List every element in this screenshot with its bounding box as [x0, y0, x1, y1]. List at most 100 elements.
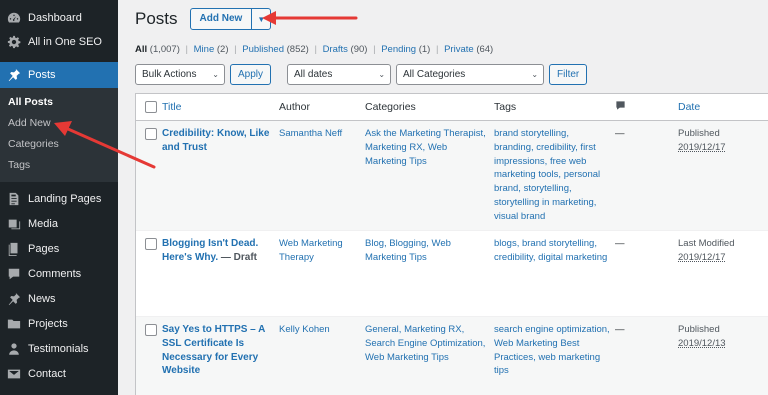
column-title[interactable]: Title: [162, 101, 279, 113]
view-drafts-count: (90): [350, 44, 368, 55]
view-published[interactable]: Published: [242, 44, 284, 55]
bulk-actions-value: Bulk Actions: [142, 69, 197, 80]
sidebar-item-pages[interactable]: Pages: [0, 236, 118, 261]
sidebar-item-label: Pages: [28, 242, 60, 255]
view-published-count: (852): [286, 44, 309, 55]
view-separator: |: [185, 44, 188, 55]
view-pending[interactable]: Pending: [381, 44, 416, 55]
post-tags[interactable]: brand storytelling, branding, credibilit…: [494, 121, 615, 230]
sidebar-item-dashboard[interactable]: Dashboard: [0, 6, 118, 30]
view-separator: |: [435, 44, 439, 55]
column-categories: Categories: [365, 101, 416, 113]
post-author-link[interactable]: Kelly Kohen: [279, 317, 365, 395]
filter-button[interactable]: Filter: [549, 64, 588, 85]
view-drafts[interactable]: Drafts: [323, 44, 348, 55]
chevron-down-icon: ⌄: [378, 70, 386, 79]
sidebar-item-comments[interactable]: Comments: [0, 261, 118, 286]
submenu-add-new[interactable]: Add New: [0, 113, 118, 134]
caret-down-icon: ▼: [257, 14, 266, 24]
post-tags[interactable]: blogs, brand storytelling, credibility, …: [494, 231, 615, 316]
sidebar-item-landing-pages[interactable]: Landing Pages: [0, 186, 118, 211]
post-comment-count: —: [615, 128, 625, 139]
post-draft-state: — Draft: [218, 251, 258, 263]
sidebar-item-label: Landing Pages: [28, 192, 102, 205]
post-author-link[interactable]: Web Marketing Therapy: [279, 231, 365, 316]
page-icon: [7, 192, 21, 206]
post-date: 2019/12/13: [678, 337, 726, 349]
pin-icon: [7, 68, 21, 82]
main-content: Posts Add New ▼ All (1,007) | Mine (2) |…: [118, 0, 768, 395]
sidebar-item-all-in-one-seo[interactable]: All in One SEO: [0, 30, 118, 54]
post-categories[interactable]: Blog, Blogging, Web Marketing Tips: [365, 231, 494, 316]
column-tags: Tags: [494, 101, 517, 113]
page-icon: [7, 242, 21, 256]
admin-sidebar: Dashboard All in One SEO Posts All Posts…: [0, 0, 118, 395]
post-date: 2019/12/17: [678, 251, 726, 263]
column-comments[interactable]: [615, 100, 678, 114]
table-row: Blogging Isn't Dead. Here's Why. — Draft…: [136, 231, 768, 317]
table-row: Credibility: Know, Like and Trust Samant…: [136, 121, 768, 231]
select-all-checkbox[interactable]: [145, 101, 157, 113]
dates-filter-value: All dates: [294, 69, 333, 80]
post-status: Published: [678, 128, 720, 139]
sidebar-item-label: News: [28, 292, 56, 305]
sidebar-item-posts[interactable]: Posts: [0, 62, 118, 88]
view-private[interactable]: Private: [444, 44, 474, 55]
sidebar-item-news[interactable]: News: [0, 286, 118, 311]
view-separator: |: [373, 44, 376, 55]
chevron-down-icon: ⌄: [531, 70, 539, 79]
view-separator: |: [234, 44, 237, 55]
posts-submenu: All Posts Add New Categories Tags: [0, 88, 118, 182]
folder-icon: [7, 317, 21, 331]
categories-filter-value: All Categories: [403, 69, 466, 80]
view-separator: |: [314, 44, 317, 55]
row-checkbox[interactable]: [145, 238, 157, 250]
post-categories[interactable]: Ask the Marketing Therapist, Marketing R…: [365, 121, 494, 230]
page-title: Posts: [135, 9, 178, 28]
post-categories[interactable]: General, Marketing RX, Search Engine Opt…: [365, 317, 494, 395]
post-author-link[interactable]: Samantha Neff: [279, 121, 365, 230]
categories-filter-select[interactable]: All Categories ⌄: [396, 64, 545, 85]
add-new-button[interactable]: Add New: [191, 9, 252, 29]
sidebar-item-contact[interactable]: Contact: [0, 361, 118, 386]
sidebar-item-label: All in One SEO: [28, 36, 102, 48]
comment-bubble-icon: [616, 101, 625, 110]
view-mine[interactable]: Mine: [194, 44, 215, 55]
comment-icon: [7, 267, 21, 281]
add-new-dropdown-toggle[interactable]: ▼: [251, 9, 270, 29]
post-title-link[interactable]: Credibility: Know, Like and Trust: [162, 128, 269, 153]
submenu-all-posts[interactable]: All Posts: [0, 92, 118, 113]
sidebar-item-media[interactable]: Media: [0, 211, 118, 236]
media-icon: [7, 217, 21, 231]
sidebar-item-label: Comments: [28, 267, 82, 280]
post-tags[interactable]: search engine optimization, Web Marketin…: [494, 317, 615, 395]
pin-icon: [7, 292, 21, 306]
column-date[interactable]: Date: [678, 101, 768, 113]
post-comment-count: —: [615, 238, 625, 249]
table-nav: Bulk Actions ⌄ Apply All dates ⌄ All Cat…: [135, 64, 588, 85]
submenu-tags[interactable]: Tags: [0, 155, 118, 176]
sidebar-item-label: Testimonials: [28, 342, 89, 355]
dates-filter-select[interactable]: All dates ⌄: [287, 64, 392, 85]
bulk-actions-select[interactable]: Bulk Actions ⌄: [135, 64, 225, 85]
view-pending-count: (1): [418, 44, 431, 55]
dashboard-icon: [7, 11, 21, 25]
gear-icon: [7, 35, 21, 49]
row-checkbox[interactable]: [145, 324, 157, 336]
sidebar-item-testimonials[interactable]: Testimonials: [0, 336, 118, 361]
chevron-down-icon: ⌄: [212, 70, 219, 79]
sidebar-item-label: Media: [28, 217, 58, 230]
view-mine-count: (2): [216, 44, 229, 55]
posts-table: Title Author Categories Tags Date Credib…: [135, 93, 768, 395]
submenu-categories[interactable]: Categories: [0, 134, 118, 155]
post-title-link[interactable]: Say Yes to HTTPS – A SSL Certificate Is …: [162, 324, 265, 376]
view-all[interactable]: All: [135, 44, 147, 55]
post-status: Last Modified: [678, 238, 735, 249]
post-status-views: All (1,007) | Mine (2) | Published (852)…: [135, 44, 493, 55]
column-author: Author: [279, 101, 310, 113]
sidebar-item-projects[interactable]: Projects: [0, 311, 118, 336]
apply-button[interactable]: Apply: [230, 64, 272, 85]
row-checkbox[interactable]: [145, 128, 157, 140]
sidebar-item-label: Posts: [28, 69, 56, 81]
table-header: Title Author Categories Tags Date: [136, 94, 768, 121]
